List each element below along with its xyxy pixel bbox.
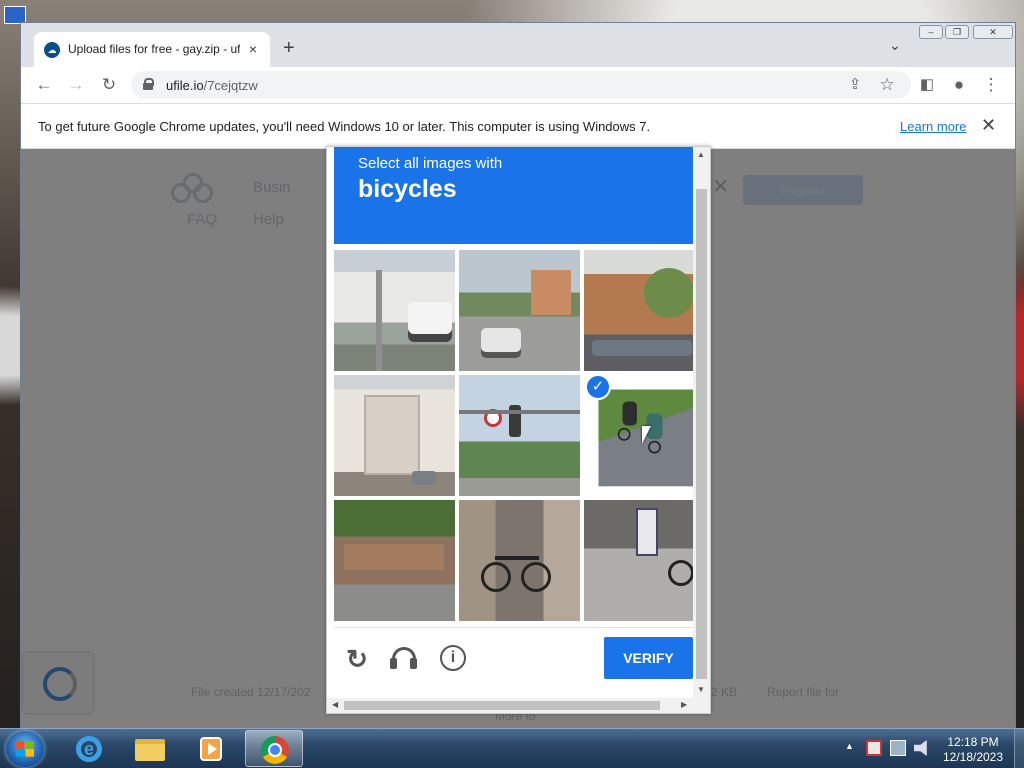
url-text[interactable]: ufile.io/7cejqtzw — [166, 78, 258, 93]
clock-time: 12:18 PM — [947, 735, 999, 749]
tab-close-icon[interactable]: × — [244, 40, 262, 58]
infobar-message: To get future Google Chrome updates, you… — [38, 119, 651, 134]
tile-tree — [644, 268, 694, 318]
captcha-tile[interactable] — [334, 375, 455, 496]
scroll-left-arrow-icon[interactable]: ◀ — [332, 700, 338, 709]
windows-taskbar: e ▲ 12:18 PM 12/18/2023 — [0, 728, 1024, 768]
browser-toolbar: ← → ↻ ufile.io/7cejqtzw ⇪ ☆ ◧ ● ⋮ — [21, 67, 1015, 103]
captcha-tile[interactable] — [334, 250, 455, 371]
lock-icon[interactable] — [143, 78, 154, 90]
tile-cyclist — [622, 401, 637, 426]
tile-white-car — [408, 302, 452, 342]
minimize-button[interactable]: – — [919, 25, 943, 39]
tile-sign-bar — [459, 410, 580, 414]
url-path: /7cejqtzw — [203, 78, 258, 93]
tile-bicycle-wheel — [668, 560, 694, 586]
back-arrow-icon[interactable]: ← — [34, 75, 54, 95]
address-bar[interactable]: ufile.io/7cejqtzw — [131, 71, 911, 99]
scroll-down-arrow-icon[interactable]: ▼ — [697, 685, 705, 694]
tile-garden-bed — [344, 544, 444, 570]
close-window-button[interactable]: ✕ — [973, 25, 1013, 39]
menu-kebab-icon[interactable]: ⋮ — [981, 75, 1001, 95]
side-panel-icon[interactable]: ◧ — [917, 75, 937, 95]
tile-building — [531, 270, 571, 315]
captcha-vertical-scrollbar[interactable]: ▲ ▼ — [693, 147, 710, 698]
captcha-tile[interactable] — [459, 500, 580, 621]
verify-button[interactable]: VERIFY — [604, 637, 693, 679]
tab-title: Upload files for free - gay.zip - ufile.… — [68, 42, 240, 56]
ufile-favicon-icon: ☁ — [44, 42, 60, 58]
captcha-instruction: Select all images with — [358, 155, 503, 172]
tile-house — [364, 395, 420, 475]
taskbar-explorer[interactable] — [121, 730, 179, 767]
chrome-icon — [261, 736, 289, 764]
bookmark-star-icon[interactable]: ☆ — [877, 75, 897, 95]
new-tab-button[interactable]: + — [283, 38, 295, 58]
media-player-icon — [200, 737, 222, 761]
internet-explorer-icon: e — [76, 736, 102, 762]
tile-vending-machine — [636, 508, 658, 556]
scroll-up-arrow-icon[interactable]: ▲ — [697, 150, 705, 159]
tile-pole — [376, 270, 382, 371]
captcha-separator — [334, 627, 693, 628]
captcha-reload-icon[interactable]: ↻ — [342, 644, 372, 674]
action-center-flag-icon[interactable] — [866, 740, 882, 756]
restore-button[interactable]: ❐ — [945, 25, 969, 39]
captcha-target-object: bicycles — [358, 175, 457, 203]
folder-icon — [135, 739, 165, 761]
browser-tab[interactable]: ☁ Upload files for free - gay.zip - ufil… — [34, 32, 270, 67]
learn-more-link[interactable]: Learn more — [900, 119, 966, 134]
tile-selected-check-icon: ✓ — [585, 374, 611, 400]
captcha-challenge: Select all images with bicycles ✓ ↻ i VE… — [326, 146, 711, 714]
taskbar-media-player[interactable] — [182, 730, 240, 767]
start-button[interactable] — [6, 731, 44, 767]
tray-expand-arrow-icon[interactable]: ▲ — [845, 741, 854, 751]
captcha-tile[interactable] — [334, 500, 455, 621]
captcha-tile[interactable] — [584, 250, 705, 371]
profile-avatar-icon[interactable]: ● — [949, 75, 969, 95]
volume-muted-icon[interactable] — [914, 740, 927, 756]
url-host: ufile.io — [166, 78, 204, 93]
scroll-thumb-horizontal[interactable] — [344, 701, 660, 710]
reload-icon[interactable]: ↻ — [99, 75, 119, 95]
captcha-tile[interactable] — [459, 250, 580, 371]
scroll-right-arrow-icon[interactable]: ▶ — [681, 700, 687, 709]
captcha-horizontal-scrollbar[interactable]: ◀ ▶ — [327, 698, 710, 713]
update-infobar: To get future Google Chrome updates, you… — [21, 103, 1015, 149]
clock-date: 12/18/2023 — [942, 750, 1004, 764]
captcha-tile[interactable] — [459, 375, 580, 496]
forward-arrow-icon[interactable]: → — [66, 75, 86, 95]
tile-bicycle-wheel — [617, 427, 631, 441]
tile-parked-cars — [592, 340, 692, 356]
tile-small-car — [412, 471, 436, 485]
infobar-close-icon[interactable]: ✕ — [981, 115, 996, 136]
taskbar-clock[interactable]: 12:18 PM 12/18/2023 — [942, 735, 1004, 765]
tab-strip: ☁ Upload files for free - gay.zip - ufil… — [21, 23, 1015, 67]
captcha-image-grid — [334, 250, 705, 621]
tile-bicycle-wheel — [481, 562, 511, 592]
captcha-info-glyph: i — [440, 645, 466, 671]
captcha-info-icon[interactable]: i — [439, 644, 469, 674]
show-desktop-button[interactable] — [1014, 729, 1024, 768]
network-icon[interactable] — [890, 740, 906, 756]
tab-search-chevron-icon[interactable]: ⌄ — [889, 37, 901, 54]
captcha-header: Select all images with bicycles — [334, 147, 693, 244]
captcha-tile[interactable] — [584, 500, 705, 621]
share-icon[interactable]: ⇪ — [845, 75, 865, 95]
captcha-audio-headphones-icon[interactable] — [389, 644, 419, 674]
mouse-cursor-icon — [642, 426, 651, 444]
taskbar-chrome[interactable] — [245, 730, 303, 767]
scroll-thumb[interactable] — [696, 189, 707, 679]
tile-bicycle-frame — [495, 556, 539, 560]
taskbar-ie[interactable]: e — [60, 730, 118, 767]
tile-car — [481, 328, 521, 358]
windows-logo-icon — [16, 741, 34, 757]
tile-bicycle-wheel — [521, 562, 551, 592]
